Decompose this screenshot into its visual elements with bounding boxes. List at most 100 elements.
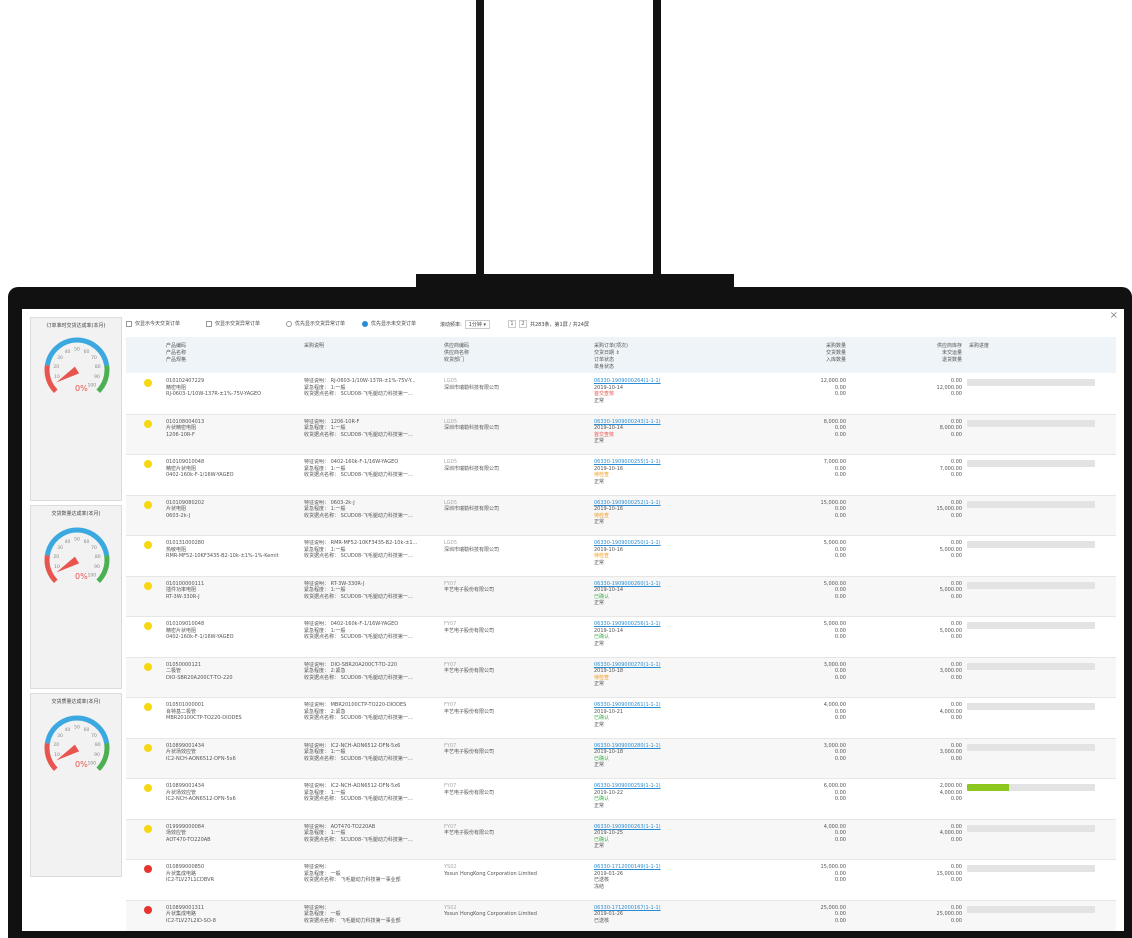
product-cell: 01050000121 二极管 DIO-SBR20A200CT-TO-220	[166, 661, 233, 681]
order-cell: 06330-1909000270(1-1-1) 2019-10-18 待检查 正常	[594, 662, 744, 688]
header-supplier: 供应商编码 供应商名称 收货部门	[444, 343, 470, 363]
qty-cell: 3,000.00 0.00 0.00	[823, 742, 846, 762]
product-cell: 010131000280 热敏电阻 RMR-MF52-10KF3435-B2-10k…	[166, 540, 279, 559]
gauge-tick-label: 70	[91, 733, 97, 739]
checkbox-icon[interactable]	[126, 320, 132, 327]
dashboard-screen: × 订单准时交货达成率(本月) 10 20 30 40 50 60 70 80 90 100 0%…	[22, 309, 1124, 931]
line-status: 正常	[594, 762, 605, 768]
purchase-cell: 特征说明： 紧急程度： 一般 收货据点名称： 飞毛腿动力科技第一事业部	[304, 864, 401, 883]
progress-bar	[967, 460, 1095, 467]
order-cell: 06330-1909000250(1-1-1) 2019-10-16 待检查 正常	[594, 540, 744, 566]
monitor-stand-pole-right	[653, 0, 661, 278]
table-row[interactable]: 01050000121 二极管 DIO-SBR20A200CT-TO-220 特征说明…	[126, 657, 1116, 698]
filter-prio-abnormal[interactable]: 优先显示交货异常订单	[286, 320, 345, 327]
gauge-tick-label: 20	[53, 554, 59, 560]
supplier-cell: LG05 深圳市瑞勒科技有限公司	[444, 459, 500, 472]
line-status: 正常	[594, 640, 605, 647]
status-dot-icon	[144, 905, 152, 914]
order-cell: 06330-1712000149(1-1-1) 2019-01-26 已送核 冻结	[594, 864, 744, 890]
qty-cell: 5,000.00 0.00 0.00	[823, 580, 846, 600]
status-dot-icon	[144, 662, 152, 671]
table-row[interactable]: 010109010048 精密片状电阻 0402-160k-F-1/16W-YAGE…	[126, 455, 1116, 496]
stock-cell: 0.00 25,000.00 0.00	[936, 904, 962, 924]
pager-page-1[interactable]: 1	[508, 320, 516, 328]
line-status: 正常	[594, 843, 605, 849]
stock-cell: 0.00 8,000.00 0.00	[939, 418, 962, 438]
table-row[interactable]: 010109010048 精密片状电阻 0402-160k-F-1/16W-YAGE…	[126, 617, 1116, 658]
supplier-cell: FY07 丰艺电子股份有限公司	[444, 742, 495, 756]
product-cell: 010899001311 片状集成电路 IC2-TLV27L2ID-SO-8	[166, 904, 216, 924]
header-order[interactable]: 采购订单(项次) 交货日期 ⇕ 订单状态 单身状态	[594, 343, 628, 371]
purchase-cell: 特征说明： 0603-2k-J 紧急程度： 1:一般 收货据点名称： SCUD08-…	[304, 499, 413, 519]
product-cell: 010899001434 片状场效应管 IC2-NCH-AON6512-DFN-5x…	[166, 742, 236, 762]
table-row[interactable]: 010501000001 肖特基二极管 MBR20100CTP-TO220-DIOD…	[126, 698, 1116, 739]
progress-bar	[967, 743, 1095, 751]
purchase-cell: 特征说明： AOT470-TO220AB 紧急程度： 1:一般 收货据点名称： SC…	[304, 823, 413, 843]
qty-cell: 25,000.00 0.00 0.00	[820, 904, 846, 924]
pager-page-2[interactable]: 2	[519, 320, 527, 328]
gauge-ontime-icon: 10 20 3040 50 6070 80 90 100	[44, 337, 110, 393]
purchase-cell: 特征说明： RMR-MF52-10KF3435-B2-10k-±1... 紧急程度…	[304, 540, 418, 559]
supplier-cell: FY07 丰艺电子股份有限公司	[444, 702, 495, 715]
gauge-tick-label: 80	[95, 364, 101, 370]
table-row[interactable]: 010109080202 片状电阻 0603-2k-J 特征说明： 0603-2k-J…	[126, 495, 1116, 536]
stock-cell: 0.00 5,000.00 0.00	[939, 540, 962, 559]
stock-cell: 0.00 4,000.00 0.00	[939, 823, 962, 843]
filter-only-today[interactable]: 仅显示今天交货订单	[126, 320, 180, 327]
line-status: 正常	[594, 681, 605, 687]
gauge-tick-label: 30	[57, 733, 63, 739]
gauge-panel-quality: 交货质量达成率(本月) 10 20 30 40 50 60 70 80 90 100 0%	[30, 693, 122, 877]
qty-cell: 7,000.00 0.00 0.00	[823, 459, 846, 478]
gauge-tick-label: 20	[53, 742, 59, 748]
order-status: 已送核	[594, 917, 610, 924]
purchase-cell: 特征说明： IC2-NCH-AON6512-DFN-5x6 紧急程度： 1:一般收…	[304, 742, 413, 762]
radio-icon[interactable]	[286, 320, 292, 327]
supplier-cell: LG05 深圳市瑞勒科技有限公司	[444, 540, 500, 553]
purchase-cell: 特征说明： IC2-NCH-AON6512-DFN-5x6 紧急程度： 1:一般收…	[304, 783, 413, 802]
checkbox-icon[interactable]	[206, 320, 212, 327]
table-header: 产品编码 产品名称 产品规格 采购说明 供应商编码 供应商名称 收货部门 采购订单(项次…	[126, 337, 1116, 373]
table-row[interactable]: 010100000111 插件功率电阻 RT-3W-330R-J 特征说明： RT-3…	[126, 576, 1116, 617]
qty-cell: 6,000.00 0.00 0.00	[823, 783, 846, 802]
progress-bar	[967, 784, 1095, 791]
order-cell: 06330-1909000263(1-1-1) 2019-10-25 已确认 正常	[594, 824, 744, 850]
qty-cell: 8,000.00 0.00 0.00	[823, 418, 846, 438]
table-row[interactable]: 010108004013 片状精密电阻 1206-10R-F 特征说明： 1206-1…	[126, 414, 1116, 455]
table-row[interactable]: 010899001311 片状集成电路 IC2-TLV27L2ID-SO-8 特征说明…	[126, 900, 1116, 931]
table-row[interactable]: 010131000280 热敏电阻 RMR-MF52-10KF3435-B2-10k…	[126, 536, 1116, 577]
progress-bar	[967, 541, 1095, 548]
gauge-tick-label: 80	[95, 742, 101, 748]
table-row[interactable]: 010899000850 片状集成电路 IC2-TLV27L1CDBVR 特征说明：紧…	[126, 860, 1116, 901]
gauge-tick-label: 60	[84, 539, 90, 545]
line-status: 冻结	[594, 883, 605, 890]
progress-bar	[967, 581, 1095, 589]
gauge-tick-label: 30	[57, 355, 63, 361]
qty-cell: 15,000.00 0.00 0.00	[820, 864, 846, 883]
refresh-select[interactable]: 1分钟 ▾	[464, 320, 490, 329]
progress-bar	[967, 824, 1095, 832]
progress-bar	[967, 419, 1095, 427]
line-status: 正常	[594, 438, 605, 444]
table-row[interactable]: 010899001434 片状场效应管 IC2-NCH-AON6512-DFN-5x…	[126, 779, 1116, 820]
gauge-tick-label: 40	[65, 727, 71, 733]
purchase-cell: 特征说明： 0402-160k-F-1/16W-YAGEO 紧急程度： 1:一般收…	[304, 621, 413, 640]
header-progress: 采购进度	[969, 343, 990, 349]
supplier-cell: YS02 Yosun HongKong Corporation Limited	[444, 864, 537, 877]
filter-only-abnormal[interactable]: 仅显示交货异常订单	[206, 320, 260, 327]
product-cell: 010109080202 片状电阻 0603-2k-J	[166, 499, 205, 519]
table-row[interactable]: 010102407229 精密电阻 RJ-0603-1/10W-137R-±1%-7…	[126, 374, 1116, 415]
table-row[interactable]: 010899001434 片状场效应管 IC2-NCH-AON6512-DFN-5x…	[126, 738, 1116, 779]
gauge-tick-label: 40	[65, 349, 71, 355]
table-row[interactable]: 019999000084 场效应管 AOT470-TO220AB 特征说明： AOT4…	[126, 819, 1116, 860]
kpi-sidebar: 订单准时交货达成率(本月) 10 20 30 40 50 60 70 80 90 100 0% 交…	[30, 317, 122, 931]
product-cell: 010102407229 精密电阻 RJ-0603-1/10W-137R-±1%-7…	[166, 378, 262, 397]
order-cell: 06330-1909000280(1-1-1) 2019-10-18 已确认 正常	[594, 743, 744, 769]
order-cell: 06330-1909000243(1-1-1) 2019-10-14 首交查核 正常	[594, 419, 744, 445]
gauge-band	[44, 715, 110, 744]
status-dot-icon	[144, 541, 152, 549]
status-dot-icon	[144, 379, 152, 387]
gauge-tick-label: 50	[74, 537, 80, 543]
filter-prio-undelivered[interactable]: 优先显示未交货订单	[362, 320, 416, 327]
radio-selected-icon[interactable]	[362, 320, 368, 327]
gauge-tick-label: 60	[84, 727, 90, 733]
